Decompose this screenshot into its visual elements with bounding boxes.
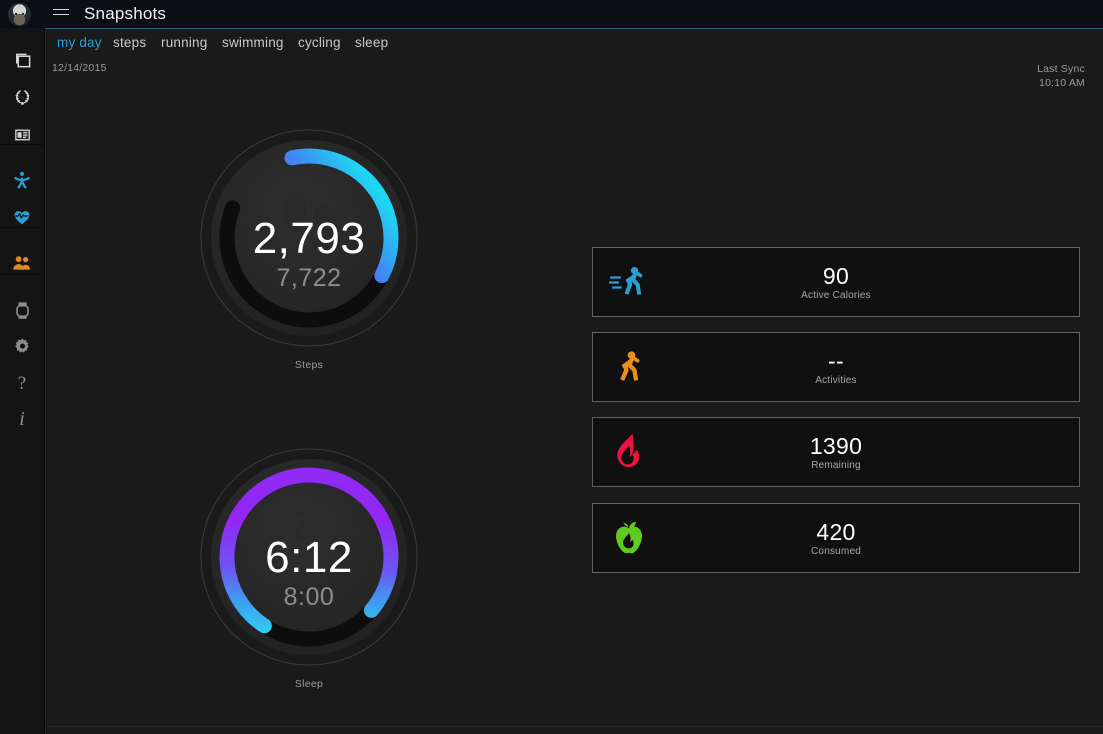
watch-icon: [14, 301, 31, 320]
remaining-value: 1390: [809, 433, 863, 459]
avatar-eyes: [14, 13, 25, 15]
sidebar-item-social[interactable]: [0, 245, 44, 281]
hamburger-line: [53, 14, 69, 15]
steps-label: Steps: [294, 359, 324, 371]
sidebar-item-settings[interactable]: [0, 328, 44, 364]
question-mark-icon: ?: [17, 372, 27, 394]
steps-ring[interactable]: 2,793 7,722 Steps: [198, 127, 420, 379]
steps-values: 2,793 7,722: [198, 215, 420, 293]
sidebar-separator: [0, 274, 44, 275]
person-active-icon: [12, 170, 32, 190]
sidebar-separator: [0, 144, 44, 145]
hamburger-icon[interactable]: [53, 9, 69, 20]
heart-pulse-icon: [12, 207, 32, 227]
sleep-label: Sleep: [294, 678, 324, 690]
sidebar-separator: [0, 227, 44, 228]
stat-values: 90 Active Calories: [593, 248, 1079, 316]
consumed-caption: Consumed: [811, 546, 861, 557]
last-sync-label: Last Sync: [1037, 63, 1085, 75]
stat-values: 420 Consumed: [593, 504, 1079, 572]
news-feed-icon: [13, 125, 32, 144]
sleep-value: 6:12: [265, 533, 353, 582]
sleep-goal: 8:00: [283, 583, 335, 611]
sleep-values: 6:12 8:00: [198, 534, 420, 612]
laurel-wreath-icon: [13, 88, 32, 107]
sidebar-item-dashboard[interactable]: [0, 42, 44, 78]
date-label: 12/14/2015: [52, 62, 107, 74]
active-calories-value: 90: [822, 263, 850, 289]
gear-icon: [13, 337, 32, 356]
tab-bar: my day steps running swimming cycling sl…: [45, 29, 1103, 57]
steps-goal: 7,722: [276, 264, 342, 292]
windows-tiles-icon: [13, 51, 32, 70]
app-window: Snapshots ? i my day steps running swimm…: [0, 0, 1103, 734]
content-left-edge: [45, 29, 46, 734]
stat-values: -- Activities: [593, 333, 1079, 401]
stat-card-active-calories[interactable]: 90 Active Calories: [592, 247, 1080, 317]
footer-divider: [45, 726, 1103, 727]
last-sync-time: 10:10 AM: [1039, 77, 1085, 89]
page-title: Snapshots: [84, 4, 167, 23]
people-icon: [12, 255, 32, 271]
sidebar-item-about[interactable]: i: [0, 401, 44, 437]
sidebar-item-help[interactable]: ?: [0, 365, 44, 401]
sleep-ring[interactable]: Z Z z 6:12 8:00 Sleep: [198, 446, 420, 698]
tab-sleep[interactable]: sleep: [355, 29, 388, 57]
stat-card-activities[interactable]: -- Activities: [592, 332, 1080, 402]
tab-running[interactable]: running: [161, 29, 207, 57]
stat-card-remaining[interactable]: 1390 Remaining: [592, 417, 1080, 487]
tab-steps[interactable]: steps: [113, 29, 146, 57]
last-sync: Last Sync 10:10 AM: [1037, 62, 1085, 90]
tab-my-day[interactable]: my day: [57, 29, 102, 57]
sidebar-item-heart-rate[interactable]: [0, 199, 44, 235]
tab-cycling[interactable]: cycling: [298, 29, 341, 57]
info-icon: i: [19, 408, 25, 430]
sidebar-item-achievements[interactable]: [0, 79, 44, 115]
sidebar-item-news[interactable]: [0, 116, 44, 152]
activities-value: --: [828, 348, 844, 374]
consumed-value: 420: [816, 519, 856, 545]
active-calories-caption: Active Calories: [801, 290, 871, 301]
stat-values: 1390 Remaining: [593, 418, 1079, 486]
sidebar: ? i: [0, 28, 45, 734]
tab-swimming[interactable]: swimming: [222, 29, 284, 57]
activities-caption: Activities: [815, 375, 857, 386]
title-bar: Snapshots: [0, 0, 1103, 28]
stat-card-consumed[interactable]: 420 Consumed: [592, 503, 1080, 573]
sidebar-item-activity[interactable]: [0, 162, 44, 198]
hamburger-line: [53, 9, 69, 10]
avatar[interactable]: [8, 3, 31, 26]
steps-value: 2,793: [252, 214, 366, 263]
sidebar-item-device[interactable]: [0, 292, 44, 328]
remaining-caption: Remaining: [811, 460, 861, 471]
